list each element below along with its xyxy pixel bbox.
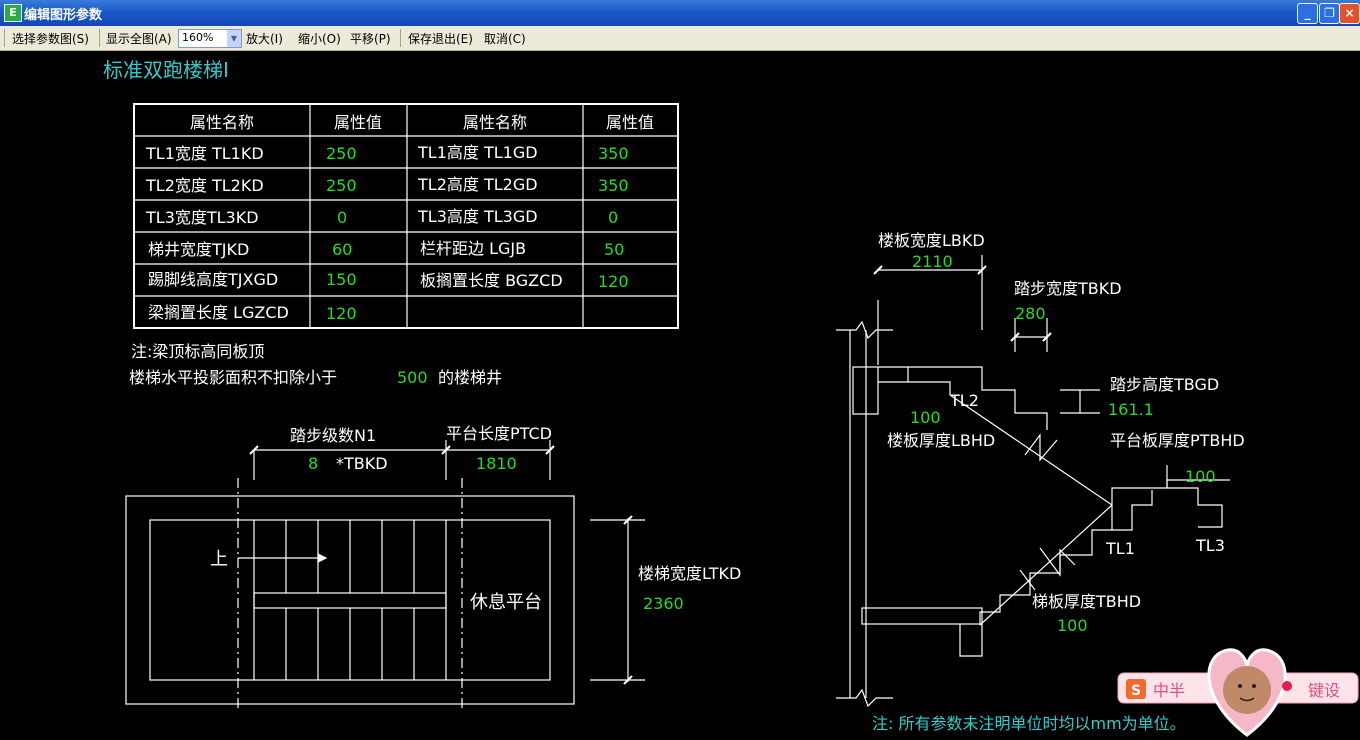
table-value[interactable]: 350 (598, 176, 629, 195)
table-value[interactable]: 120 (598, 272, 629, 291)
select-param-diagram-button[interactable]: 选择参数图(S) (12, 30, 89, 47)
table-header: 属性名称 (463, 113, 527, 132)
note-line: 的楼梯井 (438, 368, 502, 387)
note-value[interactable]: 500 (397, 368, 428, 387)
slab-width-label: 楼板宽度LBKD (878, 231, 985, 250)
table-header: 属性名称 (190, 113, 254, 132)
window-title: 编辑图形参数 (24, 8, 103, 23)
stair-slab-thickness-label: 梯板厚度TBHD (1032, 592, 1141, 611)
platform-slab-thickness-value[interactable]: 100 (1185, 467, 1216, 486)
toolbar-separator (400, 29, 401, 47)
table-cell: 梁搁置长度 LGZCD (148, 303, 289, 322)
ime-brand: S (1131, 683, 1141, 699)
note-line: 注:梁顶标高同板顶 (131, 342, 264, 361)
pan-button[interactable]: 平移(P) (350, 30, 391, 47)
drawing-canvas[interactable]: 标准双跑楼梯Ⅰ 属性名称 属性值 属性名称 属性值 TL1宽度 TL1KD 25… (0, 51, 1360, 740)
table-header: 属性值 (334, 113, 382, 132)
steps-times: *TBKD (336, 454, 388, 473)
steps-label: 踏步级数N1 (290, 426, 376, 445)
table-header: 属性值 (606, 113, 654, 132)
tl1-label: TL1 (1105, 539, 1135, 558)
step-width-value[interactable]: 280 (1015, 304, 1046, 323)
table-cell: 板搁置长度 BGZCD (420, 271, 563, 290)
up-label: 上 (210, 549, 228, 570)
table-cell: TL1宽度 TL1KD (145, 144, 264, 163)
stair-plan-view (125, 440, 645, 710)
table-value[interactable]: 150 (326, 270, 357, 289)
table-cell: 梯井宽度TJKD (148, 240, 249, 259)
table-cell: TL1高度 TL1GD (417, 143, 538, 162)
zoom-in-button[interactable]: 放大(I) (246, 30, 283, 47)
avatar-face (1223, 666, 1271, 714)
platform-length-label: 平台长度PTCD (446, 424, 552, 443)
cancel-button[interactable]: 取消(C) (484, 30, 526, 47)
steps-value[interactable]: 8 (308, 454, 318, 473)
toolbar: 选择参数图(S) 显示全图(A) 160% ▼ 放大(I) 缩小(O) 平移(P… (0, 26, 1360, 51)
stair-width-value[interactable]: 2360 (643, 594, 684, 613)
heart-icon (1282, 681, 1292, 691)
step-height-label: 踏步高度TBGD (1110, 375, 1219, 394)
title-bar: E 编辑图形参数 _ ❐ × (0, 0, 1360, 26)
table-cell: 踢脚线高度TJXGD (148, 270, 278, 289)
minimize-button[interactable]: _ (1297, 3, 1318, 24)
table-value[interactable]: 50 (604, 240, 624, 259)
table-value[interactable]: 350 (598, 144, 629, 163)
show-all-button[interactable]: 显示全图(A) (106, 30, 172, 47)
table-value[interactable]: 250 (326, 176, 357, 195)
drawing-svg: 标准双跑楼梯Ⅰ 属性名称 属性值 属性名称 属性值 TL1宽度 TL1KD 25… (103, 58, 1359, 737)
slab-thickness-label: 楼板厚度LBHD (887, 431, 995, 450)
slab-thickness-value[interactable]: 100 (910, 408, 941, 427)
chevron-down-icon[interactable]: ▼ (227, 30, 241, 47)
table-cell: 栏杆距边 LGJB (420, 239, 526, 258)
ime-soft-keyboard[interactable]: 键设 (1308, 681, 1340, 700)
step-height-value[interactable]: 161.1 (1108, 400, 1154, 419)
step-width-label: 踏步宽度TBKD (1014, 279, 1122, 298)
slab-width-value[interactable]: 2110 (912, 252, 953, 271)
stair-slab-thickness-value[interactable]: 100 (1057, 616, 1088, 635)
zoom-select[interactable]: 160% ▼ (178, 29, 242, 48)
table-value[interactable]: 0 (337, 208, 347, 227)
toolbar-separator (99, 29, 100, 47)
table-cell: TL2宽度 TL2KD (145, 176, 264, 195)
zoom-out-button[interactable]: 缩小(O) (298, 30, 341, 47)
stair-width-label: 楼梯宽度LTKD (638, 564, 741, 583)
table-value[interactable]: 0 (608, 208, 618, 227)
ime-mode[interactable]: 中半 (1153, 681, 1185, 700)
toolbar-grip (4, 29, 5, 47)
save-exit-button[interactable]: 保存退出(E) (408, 30, 473, 47)
zoom-value: 160% (182, 31, 214, 44)
drawing-title: 标准双跑楼梯Ⅰ (103, 58, 229, 82)
platform-slab-thickness-label: 平台板厚度PTBHD (1110, 431, 1245, 450)
table-value[interactable]: 120 (326, 304, 357, 323)
restore-button[interactable]: ❐ (1319, 3, 1340, 24)
note-line: 楼梯水平投影面积不扣除小于 (129, 368, 337, 387)
table-value[interactable]: 250 (326, 144, 357, 163)
app-icon: E (4, 4, 22, 22)
platform-length-value[interactable]: 1810 (476, 454, 517, 473)
rest-platform-label: 休息平台 (470, 592, 542, 613)
tl3-label: TL3 (1195, 536, 1225, 555)
table-cell: TL3宽度TL3KD (145, 208, 259, 227)
table-value[interactable]: 60 (332, 240, 352, 259)
table-cell: TL2高度 TL2GD (417, 175, 538, 194)
tl2-label: TL2 (949, 391, 979, 410)
table-cell: TL3高度 TL3GD (417, 207, 538, 226)
close-button[interactable]: × (1339, 3, 1360, 24)
footer-note: 注: 所有参数未注明单位时均以mm为单位。 (872, 714, 1186, 733)
